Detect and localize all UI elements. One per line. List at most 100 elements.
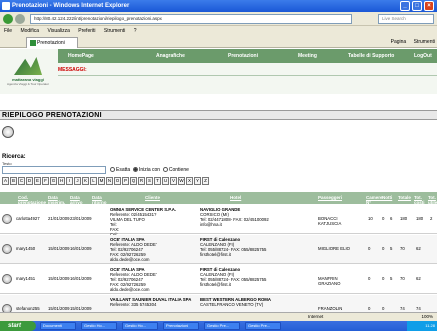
close-icon[interactable]: × [424, 1, 434, 11]
menu-modifica[interactable]: Modifica [20, 28, 39, 34]
menu-preferiti[interactable]: Preferiti [78, 28, 95, 34]
menu-visualizza[interactable]: Visualizza [47, 28, 69, 34]
cell-pax: MIGLIORE ELIO [318, 246, 350, 251]
header-pax[interactable]: Passeggeri [318, 195, 348, 200]
header-rit[interactable]: Data ritorno [92, 195, 112, 205]
cell-code[interactable]: stefanon255 [16, 306, 46, 311]
table-header: Cod. prenotazione Data inserim. Data arr… [0, 192, 437, 205]
header-rooms[interactable]: Camere N° [366, 195, 383, 205]
back-icon[interactable] [3, 14, 13, 24]
letter-l[interactable]: L [90, 177, 97, 185]
minimize-icon[interactable]: _ [400, 1, 410, 11]
taskbar-item[interactable]: Gestio Ho... [81, 322, 117, 330]
taskbar-item[interactable]: Gestio Pre... [204, 322, 240, 330]
table-row[interactable]: mary1450 15/01/2009 16/01/2009 OCE' ITALIA … [0, 235, 437, 264]
new-reservation-icon[interactable] [2, 126, 14, 138]
letter-w[interactable]: W [178, 177, 185, 185]
letter-x[interactable]: X [186, 177, 193, 185]
cell-hotel: NAVIGLIO GRANDE CORSICO (MI) Tel: 02/44718… [200, 207, 269, 227]
letter-c[interactable]: C [18, 177, 25, 185]
table-row[interactable]: mary1451 15/01/2009 16/01/2009 OCE' ITALIA … [0, 265, 437, 294]
search-mode-group: Esatta Inizia con Contiene [110, 166, 189, 174]
menu-bar: File Modifica Visualizza Preferiti Strum… [0, 26, 437, 36]
letter-m[interactable]: M [98, 177, 105, 185]
cell-code[interactable]: mary1450 [16, 246, 46, 251]
strumenti-button[interactable]: Strumenti [414, 39, 435, 45]
nav-anagrafiche[interactable]: Anagrafiche [156, 49, 185, 63]
tab-prenotazioni[interactable]: Prenotazioni [26, 37, 78, 48]
letter-s[interactable]: S [146, 177, 153, 185]
letter-t[interactable]: T [154, 177, 161, 185]
letter-g[interactable]: G [50, 177, 57, 185]
nav-meeting[interactable]: Meeting [298, 49, 317, 63]
edit-icon[interactable] [2, 214, 12, 224]
window-titlebar: Prenotazioni - Windows Internet Explorer… [0, 0, 437, 12]
letter-z[interactable]: Z [202, 177, 209, 185]
radio-contiene[interactable] [162, 167, 168, 173]
letter-v[interactable]: V [170, 177, 177, 185]
edit-icon[interactable] [2, 244, 12, 254]
header-hotel[interactable]: Hotel [230, 195, 270, 200]
letter-f[interactable]: F [42, 177, 49, 185]
letter-j[interactable]: J [74, 177, 81, 185]
header-ins[interactable]: Data inserim. [48, 195, 68, 205]
cell-ins: 15/01/2009 [48, 276, 70, 281]
search-input[interactable]: Live Search [378, 14, 434, 24]
nav-homepage[interactable]: HomePage [68, 49, 94, 63]
letter-o[interactable]: O [114, 177, 121, 185]
start-button[interactable]: start [0, 321, 36, 331]
cell-totale: 74 [400, 306, 405, 311]
letter-i[interactable]: I [66, 177, 73, 185]
radio-esatta-label: Esatta [116, 167, 131, 173]
letter-b[interactable]: B [10, 177, 17, 185]
pagina-button[interactable]: Pagina [391, 39, 407, 45]
letter-q[interactable]: Q [130, 177, 137, 185]
taskbar-item[interactable]: Documenti [40, 322, 76, 330]
header-arr[interactable]: Data arrivo [70, 195, 90, 205]
letter-k[interactable]: K [82, 177, 89, 185]
header-totale[interactable]: Totale [398, 195, 412, 200]
cell-ins: 15/01/2009 [48, 306, 70, 311]
letter-h[interactable]: H [58, 177, 65, 185]
cell-totale: 180 [400, 216, 408, 221]
cell-client: OCE' ITALIA SPA Referente: ALDO DEDE' Tel:… [110, 267, 157, 292]
letter-n[interactable]: N [106, 177, 113, 185]
radio-contiene-label: Contiene [168, 167, 189, 173]
url-input[interactable]: http://80.42.124.222/int/prenotazioni/ri… [30, 14, 352, 24]
nav-prenotazioni[interactable]: Prenotazioni [228, 49, 258, 63]
zoom-level[interactable]: 100% [421, 313, 433, 321]
letter-d[interactable]: D [26, 177, 33, 185]
forward-icon[interactable] [15, 14, 25, 24]
letter-y[interactable]: Y [194, 177, 201, 185]
letter-r[interactable]: R [138, 177, 145, 185]
letter-p[interactable]: P [122, 177, 129, 185]
taskbar: start Documenti Gestio Ho... Gestio Ho... P… [0, 321, 437, 331]
nav-logout[interactable]: LogOut [414, 49, 432, 63]
edit-icon[interactable] [2, 274, 12, 284]
letter-a[interactable]: A [2, 177, 9, 185]
table-row[interactable]: carlotta4927 21/01/2009 23/01/2009 OMNIA SE… [0, 205, 437, 237]
header-notti[interactable]: Notti [382, 195, 396, 200]
menu-strumenti[interactable]: Strumenti [104, 28, 125, 34]
radio-inizia[interactable] [132, 167, 138, 173]
header-utile[interactable]: Tot. utile [428, 195, 437, 205]
taskbar-item[interactable]: Gestio Pre... [245, 322, 281, 330]
menu-file[interactable]: File [4, 28, 12, 34]
header-cliente[interactable]: Cliente [145, 195, 185, 200]
cell-code[interactable]: mary1451 [16, 276, 46, 281]
taskbar-item[interactable]: Gestio Ho... [122, 322, 158, 330]
radio-inizia-label: Inizia con [138, 167, 161, 173]
letter-u[interactable]: U [162, 177, 169, 185]
radio-esatta[interactable] [110, 167, 115, 173]
nav-tabelle[interactable]: Tabelle di Supporto [348, 49, 394, 63]
cell-code[interactable]: carlotta4927 [16, 216, 46, 221]
menu-help[interactable]: ? [134, 28, 137, 34]
header-code[interactable]: Cod. prenotazione [18, 195, 46, 205]
security-zone: Internet [308, 314, 324, 319]
taskbar-item[interactable]: Prenotazioni [163, 322, 199, 330]
letter-e[interactable]: E [34, 177, 41, 185]
search-text-input[interactable] [2, 166, 106, 174]
header-costi[interactable]: Tot. costi [414, 195, 426, 205]
cell-arr: 16/01/2009 [70, 276, 92, 281]
maximize-icon[interactable]: □ [412, 1, 422, 11]
